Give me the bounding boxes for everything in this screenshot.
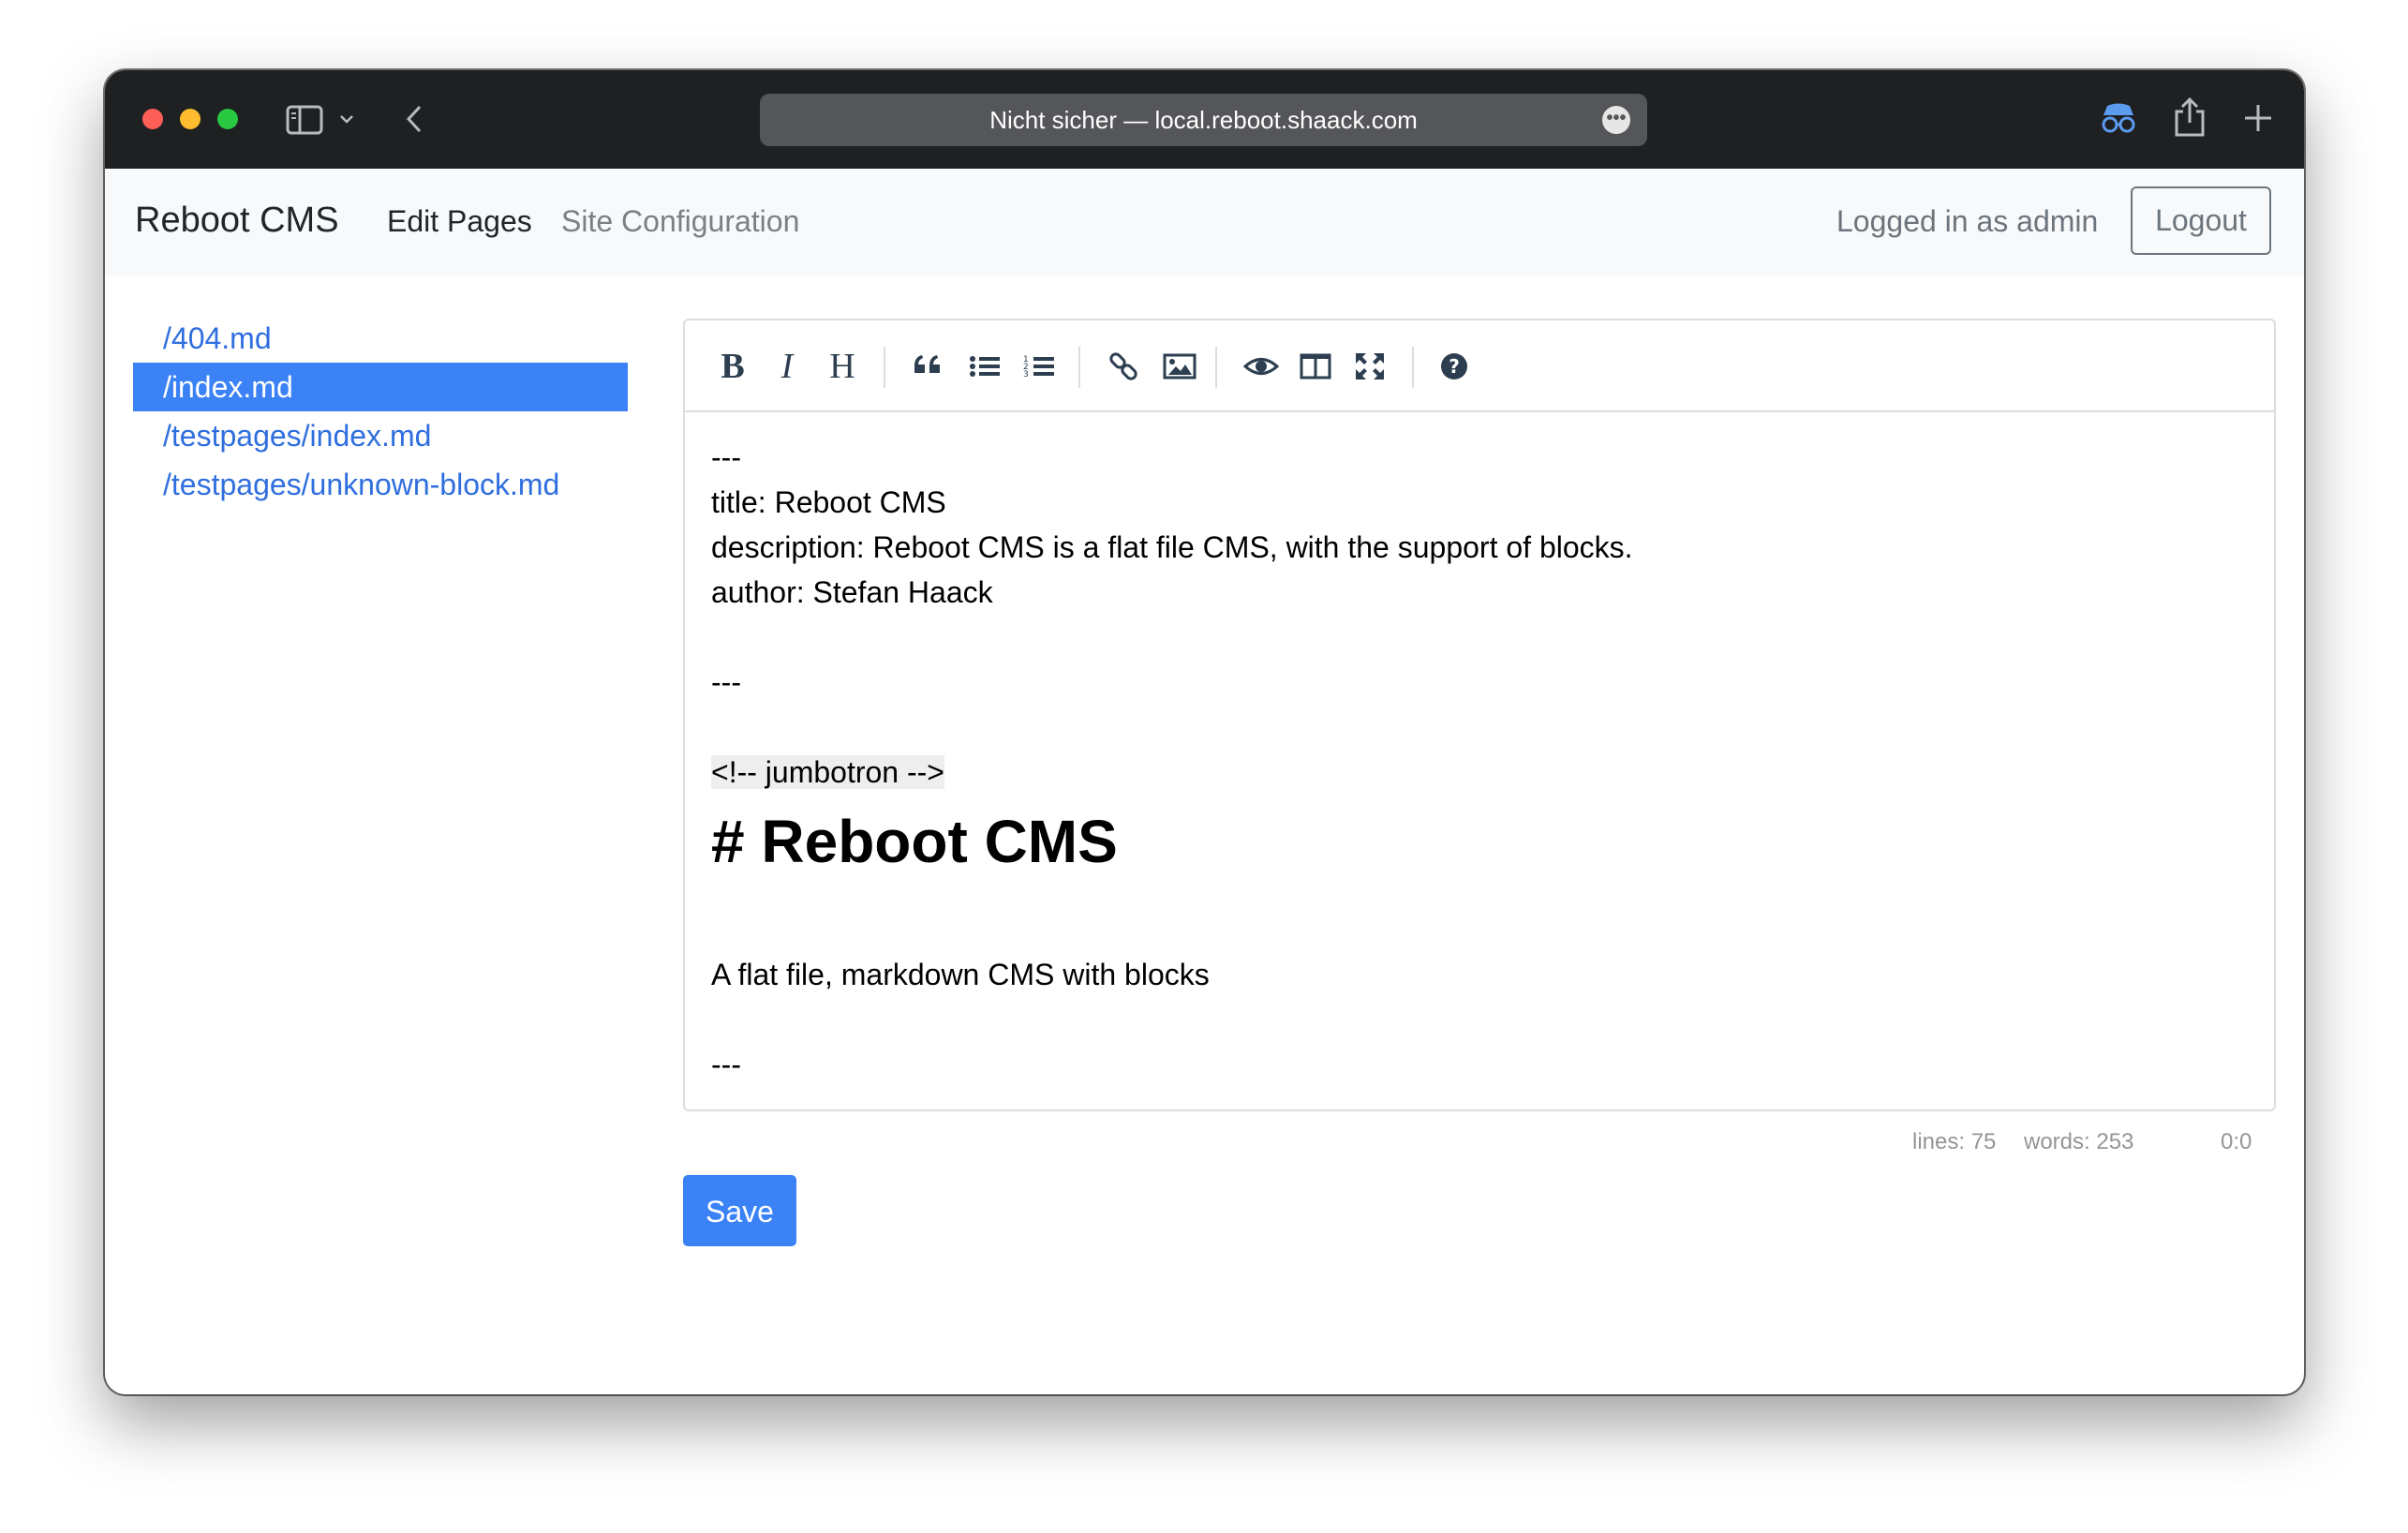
- page-link-404[interactable]: /404.md: [133, 314, 628, 363]
- plus-icon[interactable]: [2242, 102, 2274, 139]
- editor-line-comment: <!-- jumbotron -->: [711, 750, 2255, 795]
- brand[interactable]: Reboot CMS: [135, 201, 339, 241]
- ordered-list-icon[interactable]: 123: [1022, 347, 1056, 386]
- bold-icon[interactable]: B: [719, 347, 747, 386]
- page-link-testpages-unknown-block[interactable]: /testpages/unknown-block.md: [133, 460, 628, 509]
- cursor-position: 0:0: [2221, 1129, 2252, 1154]
- help-icon[interactable]: ?: [1438, 347, 1470, 386]
- toolbar-separator: [1412, 347, 1414, 388]
- minimize-window-button[interactable]: [180, 109, 201, 129]
- editor-line: title: Reboot CMS: [711, 485, 946, 519]
- word-count: words: 253: [2024, 1129, 2134, 1154]
- editor-line: A flat file, markdown CMS with blocks: [711, 958, 1210, 991]
- html-comment: <!-- jumbotron -->: [711, 755, 944, 789]
- link-icon[interactable]: [1107, 347, 1140, 386]
- editor-content[interactable]: --- title: Reboot CMS description: Reboo…: [711, 435, 2255, 1087]
- share-icon[interactable]: [2174, 97, 2206, 142]
- save-button[interactable]: Save: [683, 1175, 796, 1246]
- chevron-down-icon[interactable]: [339, 112, 354, 129]
- fullscreen-icon[interactable]: [1354, 347, 1386, 386]
- sidebar-icon[interactable]: [286, 105, 323, 140]
- nav-site-configuration[interactable]: Site Configuration: [561, 204, 799, 239]
- editor-line: ---: [711, 440, 741, 474]
- editor-line: description: Reboot CMS is a flat file C…: [711, 530, 1633, 564]
- page-list: /404.md /index.md /testpages/index.md /t…: [133, 314, 628, 509]
- incognito-icon[interactable]: [2098, 98, 2139, 144]
- logged-in-text: Logged in as admin: [1836, 204, 2099, 238]
- line-count: lines: 75: [1912, 1129, 1997, 1154]
- zoom-window-button[interactable]: [217, 109, 238, 129]
- url-text: Nicht sicher — local.reboot.shaack.com: [989, 106, 1418, 134]
- side-by-side-icon[interactable]: [1300, 347, 1331, 386]
- editor-statusbar: lines: 75 words: 253 0:0: [683, 1129, 2276, 1157]
- nav-edit-pages[interactable]: Edit Pages: [387, 204, 532, 239]
- editor-line: ---: [711, 665, 741, 699]
- toolbar-separator: [1215, 347, 1217, 388]
- italic-icon[interactable]: I: [773, 347, 801, 386]
- logout-button[interactable]: Logout: [2131, 186, 2271, 255]
- navbar: Reboot CMS Edit Pages Site Configuration…: [105, 169, 2304, 275]
- back-icon[interactable]: [405, 104, 424, 139]
- browser-titlebar: Nicht sicher — local.reboot.shaack.com •…: [105, 70, 2304, 169]
- more-icon[interactable]: •••: [1602, 106, 1630, 134]
- toolbar-separator: [884, 347, 885, 388]
- quote-icon[interactable]: [912, 347, 945, 386]
- address-bar[interactable]: Nicht sicher — local.reboot.shaack.com •…: [760, 94, 1647, 146]
- page-link-testpages-index[interactable]: /testpages/index.md: [133, 411, 628, 460]
- svg-text:?: ?: [1449, 355, 1460, 378]
- svg-text:3: 3: [1023, 370, 1029, 380]
- editor-line: ---: [711, 1048, 741, 1081]
- image-icon[interactable]: [1163, 347, 1197, 386]
- preview-icon[interactable]: [1242, 347, 1280, 386]
- page-link-index[interactable]: /index.md: [133, 363, 628, 411]
- browser-window: Nicht sicher — local.reboot.shaack.com •…: [105, 70, 2304, 1394]
- heading-icon[interactable]: H: [826, 347, 858, 386]
- editor-line: author: Stefan Haack: [711, 575, 993, 609]
- unordered-list-icon[interactable]: [968, 347, 1002, 386]
- markdown-editor: B I H 123 ? --- title: Reboot CMS descri…: [683, 319, 2276, 1111]
- editor-line-heading: # Reboot CMS: [711, 808, 1118, 875]
- editor-toolbar: B I H 123 ?: [685, 320, 2274, 412]
- close-window-button[interactable]: [142, 109, 163, 129]
- toolbar-separator: [1078, 347, 1080, 388]
